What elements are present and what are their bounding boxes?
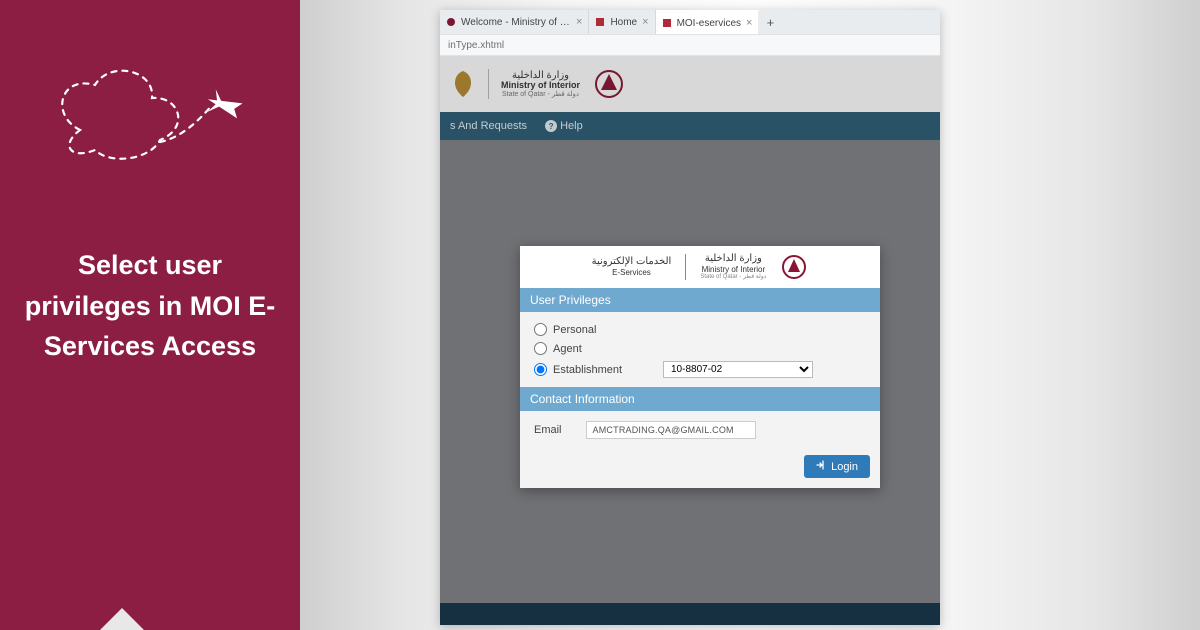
- url-bar[interactable]: inType.xhtml: [440, 34, 940, 56]
- radio-agent-label: Agent: [553, 343, 643, 355]
- separator: [488, 69, 489, 99]
- favicon-icon: [446, 17, 456, 27]
- heart-plane-graphic: [40, 60, 260, 180]
- card-moi-sub: State of Qatar - دولة قطر: [700, 274, 766, 281]
- radio-personal[interactable]: Personal: [534, 320, 866, 339]
- radio-personal-input[interactable]: [534, 323, 547, 336]
- establishment-select[interactable]: 10-8807-02: [663, 361, 813, 378]
- favicon-icon: [595, 17, 605, 27]
- crest-icon: [592, 68, 626, 100]
- tab-title: MOI-eservices: [677, 18, 741, 29]
- tab-title: Welcome - Ministry of Labour: [461, 17, 571, 28]
- moi-name-en: Ministry of Interior: [501, 81, 580, 91]
- radio-agent-input[interactable]: [534, 342, 547, 355]
- eservices-block: الخدمات الإلكترونية E-Services: [592, 256, 672, 278]
- radio-agent[interactable]: Agent: [534, 339, 866, 358]
- separator: [685, 254, 686, 280]
- card-footer: Login: [520, 451, 880, 488]
- privileges-body: Personal Agent Establishment 10-8807-02: [520, 312, 880, 387]
- nav-item-requests[interactable]: s And Requests: [450, 120, 527, 132]
- radio-establishment[interactable]: Establishment 10-8807-02: [534, 358, 866, 381]
- login-label: Login: [831, 461, 858, 473]
- radio-personal-label: Personal: [553, 324, 643, 336]
- tab-title: Home: [610, 17, 637, 28]
- page-header: وزارة الداخلية Ministry of Interior Stat…: [440, 56, 940, 112]
- login-card: الخدمات الإلكترونية E-Services وزارة الد…: [520, 246, 880, 488]
- tab-home[interactable]: Home ×: [589, 10, 655, 34]
- ribbon-notch: [100, 608, 144, 630]
- emblem-icon: [450, 69, 476, 99]
- help-label: Help: [560, 120, 583, 132]
- favicon-icon: [662, 18, 672, 28]
- tab-strip: Welcome - Ministry of Labour × Home × MO…: [440, 10, 940, 34]
- instruction-panel: Select user privileges in MOI E-Services…: [0, 0, 300, 630]
- email-field[interactable]: AMCTRADING.QA@GMAIL.COM: [586, 421, 756, 439]
- screenshot-area: Welcome - Ministry of Labour × Home × MO…: [300, 0, 1200, 630]
- url-text: inType.xhtml: [448, 40, 504, 51]
- nav-item-help[interactable]: ?Help: [545, 120, 583, 133]
- eservices-ar: الخدمات الإلكترونية: [592, 256, 672, 268]
- moi-title-block: وزارة الداخلية Ministry of Interior Stat…: [501, 70, 580, 99]
- card-moi-en: Ministry of Interior: [702, 265, 766, 275]
- page-nav: s And Requests ?Help: [440, 112, 940, 140]
- page-footer-bar: [440, 603, 940, 625]
- moi-block: وزارة الداخلية Ministry of Interior Stat…: [700, 253, 766, 282]
- section-contact-info: Contact Information: [520, 387, 880, 411]
- email-label: Email: [534, 424, 562, 436]
- help-icon: ?: [545, 120, 557, 132]
- browser-window: Welcome - Ministry of Labour × Home × MO…: [440, 10, 940, 625]
- tab-labour[interactable]: Welcome - Ministry of Labour ×: [440, 10, 589, 34]
- section-user-privileges: User Privileges: [520, 288, 880, 312]
- moi-logo-left: [450, 69, 476, 99]
- moi-sub: State of Qatar - دولة قطر: [501, 91, 580, 99]
- card-logo-row: الخدمات الإلكترونية E-Services وزارة الد…: [520, 246, 880, 288]
- crest-icon: [780, 253, 808, 281]
- plus-icon: +: [767, 15, 775, 30]
- page-viewport: وزارة الداخلية Ministry of Interior Stat…: [440, 56, 940, 625]
- tab-moi-eservices[interactable]: MOI-eservices ×: [656, 10, 760, 34]
- close-icon[interactable]: ×: [576, 16, 582, 28]
- close-icon[interactable]: ×: [642, 16, 648, 28]
- login-icon: [816, 460, 826, 473]
- eservices-en: E-Services: [612, 268, 651, 278]
- new-tab-button[interactable]: +: [759, 10, 781, 34]
- instruction-text: Select user privileges in MOI E-Services…: [0, 245, 300, 367]
- close-icon[interactable]: ×: [746, 17, 752, 29]
- login-button[interactable]: Login: [804, 455, 870, 478]
- contact-body: Email AMCTRADING.QA@GMAIL.COM: [520, 411, 880, 451]
- card-moi-ar: وزارة الداخلية: [705, 253, 762, 265]
- radio-establishment-label: Establishment: [553, 364, 643, 376]
- radio-establishment-input[interactable]: [534, 363, 547, 376]
